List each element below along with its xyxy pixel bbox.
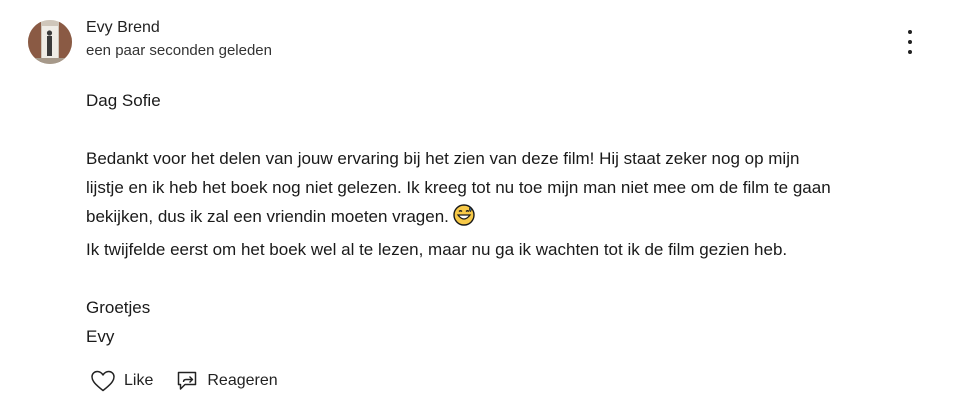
like-button[interactable]: Like bbox=[90, 369, 153, 393]
comment-closing: Groetjes bbox=[86, 298, 151, 317]
avatar[interactable] bbox=[28, 20, 72, 64]
more-options-button[interactable] bbox=[898, 28, 922, 56]
comment-body: Dag Sofie Bedankt voor het delen van jou… bbox=[86, 86, 946, 351]
comment-timestamp: een paar seconden geleden bbox=[86, 42, 272, 59]
comment-signature: Evy bbox=[86, 327, 115, 346]
like-label: Like bbox=[124, 372, 154, 389]
comment-paragraph-line: Bedankt voor het delen van jouw ervaring… bbox=[86, 149, 800, 168]
reply-icon bbox=[175, 369, 199, 393]
comment-paragraph-line: bekijken, dus ik zal een vriendin moeten… bbox=[86, 202, 946, 235]
grinning-sweat-emoji-icon bbox=[453, 204, 475, 235]
comment-greeting: Dag Sofie bbox=[86, 91, 161, 110]
avatar-image bbox=[28, 20, 72, 64]
comment-actions: Like Reageren bbox=[90, 366, 300, 396]
comment-card: Evy Brend een paar seconden geleden Dag … bbox=[0, 0, 980, 410]
author-name[interactable]: Evy Brend bbox=[86, 19, 160, 37]
heart-outline-icon bbox=[90, 369, 116, 393]
more-vertical-icon bbox=[908, 30, 912, 34]
reply-button[interactable]: Reageren bbox=[175, 369, 278, 393]
comment-paragraph: Ik twijfelde eerst om het boek wel al te… bbox=[86, 240, 788, 259]
comment-paragraph-line: lijstje en ik heb het boek nog niet gele… bbox=[86, 178, 831, 197]
reply-label: Reageren bbox=[207, 372, 278, 389]
